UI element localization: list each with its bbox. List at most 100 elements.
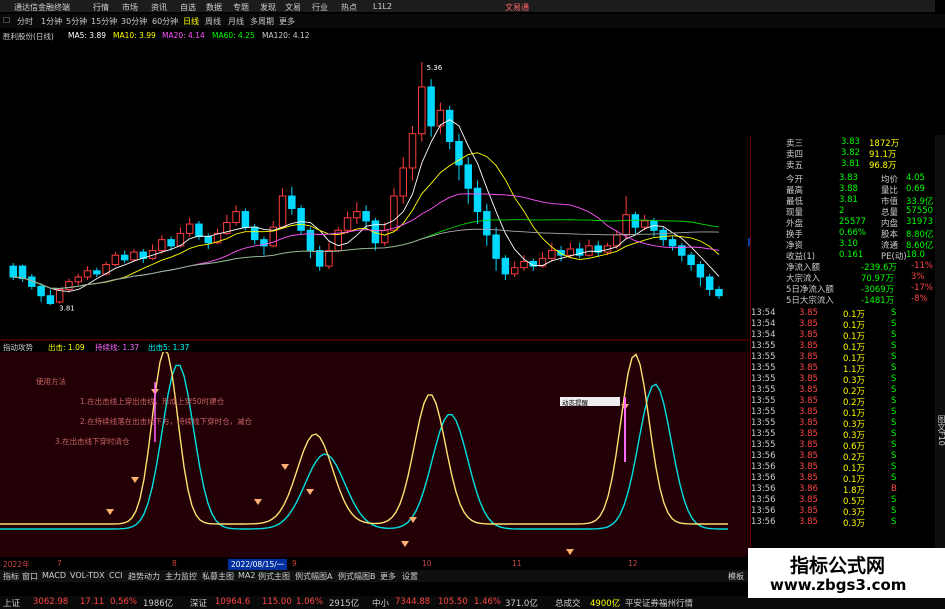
osc-line-cyan [0,364,728,530]
menu-item-10[interactable]: L1L2 [373,2,392,11]
candle-body [83,270,92,278]
tab-0[interactable]: 指标 [3,571,19,582]
menu-item-0[interactable]: 行情 [93,2,109,13]
menu-item-4[interactable]: 数据 [206,2,222,13]
candle-body [427,86,435,127]
candle-body [622,214,630,236]
candle-body [715,288,723,297]
candle-body [65,281,73,290]
ma20-label: MA20: 4.14 [162,31,205,40]
candle-body [631,214,640,228]
period-10[interactable]: 更多 [279,16,295,27]
period-0[interactable]: 分时 [17,16,33,27]
period-4[interactable]: 30分钟 [121,16,147,27]
candle-body [306,229,315,252]
candle-body [640,220,649,228]
period-7[interactable]: 周线 [205,16,221,27]
osc-note-3: 3.在出击线下穿时清仓 [55,437,130,446]
menu-item-2[interactable]: 资讯 [151,2,167,13]
candle-body [548,250,556,259]
tab-13[interactable]: 设置 [402,571,418,582]
period-9[interactable]: 多周期 [250,16,274,27]
candle-body [510,267,519,275]
idx0-price: 3062.98 [33,597,69,607]
idx2-price: 7344.88 [395,597,431,607]
ma10-label: MA10: 3.99 [113,31,156,40]
candle-body [167,239,175,247]
idx1-name[interactable]: 深证 [190,597,207,609]
signal-marker [254,499,262,505]
time-label-4: 10 [422,559,432,568]
expand-icon[interactable]: ☐ [3,16,10,25]
tab-10[interactable]: 例式幅图A [295,571,332,582]
osc-note-2: 2.在持续线落在出击线下方，持续线下穿时仓，减仓 [80,417,253,426]
period-2[interactable]: 5分钟 [66,16,87,27]
candlestick-chart[interactable]: 5.36 3.81 [0,40,750,342]
time-label-1: 7 [57,559,62,568]
candle-body [325,250,333,267]
candle-body [185,223,194,234]
watermark-title: 指标公式网 [790,555,886,577]
tab-5[interactable]: 趋势动力 [128,571,160,582]
idx0-change: 17.11 [80,597,105,607]
idx1-price: 10964.6 [215,597,251,607]
right-label[interactable]: 模板 [728,571,744,582]
menu-item-5[interactable]: 专题 [233,2,249,13]
candle-body [380,229,389,244]
candle-body [408,133,417,169]
ma60-label: MA60: 4.25 [212,31,255,40]
signal-marker [566,549,574,555]
menu-item-1[interactable]: 市场 [122,2,138,13]
candle-body [315,250,324,267]
watermark-url: www.zbgs3.com [770,576,907,594]
period-6[interactable]: 日线 [183,16,199,27]
idx2-name[interactable]: 中小 [372,597,389,609]
period-5[interactable]: 60分钟 [152,16,178,27]
menu-item-6[interactable]: 发现 [260,2,276,13]
tab-9[interactable]: 例式主图 [258,571,290,582]
tab-8[interactable]: MA2 [238,571,255,580]
period-3[interactable]: 15分钟 [91,16,117,27]
candle-body [445,109,454,142]
menu-item-3[interactable]: 自选 [180,2,196,13]
idx2-change: 105.50 [438,597,468,607]
menu-item-9[interactable]: 热点 [341,2,357,13]
candle-body [362,211,370,222]
tab-2[interactable]: MACD [42,571,66,580]
time-label-5: 11 [512,559,522,568]
tab-6[interactable]: 主力监控 [165,571,197,582]
idx1-amount: 2915亿 [329,599,360,609]
candle-body [120,254,129,261]
right-sidebar[interactable]: 图文F10 [935,135,945,575]
tab-11[interactable]: 例式幅图B [338,571,376,582]
tab-12[interactable]: 更多 [380,571,396,582]
alert-tag[interactable]: 动态提醒 [560,397,620,407]
idx0-name[interactable]: 上证 [3,597,20,609]
candle-body [278,195,287,228]
tab-7[interactable]: 私募主图 [202,571,234,582]
candle-body [195,223,203,238]
candle-body [399,167,407,197]
side-label[interactable]: 图文F10 [936,415,945,446]
menu-item-8[interactable]: 行业 [312,2,328,13]
tab-3[interactable]: VOL-TDX [70,571,105,580]
period-8[interactable]: 月线 [228,16,244,27]
candle-body [566,248,575,256]
signal-marker [306,489,314,495]
candle-body [492,234,500,259]
period-1[interactable]: 1分钟 [41,16,62,27]
oscillator-header: 指动攻势 出击: 1.09 持续线: 1.37 出击5: 1.37 [0,342,750,352]
candle-body [464,164,472,189]
tab-1[interactable]: 窗口 [22,571,38,582]
ma5-label: MA5: 3.89 [68,31,106,40]
candle-body [538,257,547,267]
candle-body [158,239,166,252]
candle-body [343,217,352,231]
titlebar-right[interactable]: 文易通 [505,2,529,13]
oscillator-chart[interactable] [0,352,750,559]
idx0-pct: 0.56% [110,597,138,607]
tab-4[interactable]: CCI [109,571,123,580]
osc-note-1: 1.在出击线上穿出击线，形成上穿50时建仓 [80,397,225,406]
candle-body [585,245,593,256]
menu-item-7[interactable]: 文易 [285,2,301,13]
